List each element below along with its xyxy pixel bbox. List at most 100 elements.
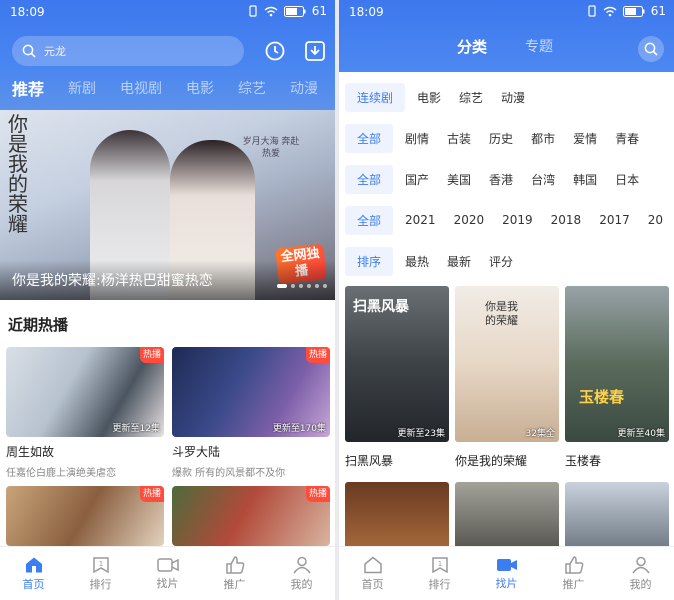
tab-variety[interactable]: 综艺 [238, 78, 266, 98]
filter-genre-row: 全部 剧情 古装 历史 都市 爱情 青春 [345, 123, 651, 153]
filter-option[interactable]: 最热 [405, 253, 429, 270]
nav-mine[interactable]: 我的 [268, 547, 335, 600]
banner-calligraphy: 你是我的荣耀 [8, 112, 28, 236]
nav-mine[interactable]: 我的 [607, 547, 674, 600]
history-button[interactable] [262, 38, 288, 64]
filter-selected[interactable]: 全部 [345, 164, 394, 194]
nav-label: 找片 [495, 576, 518, 590]
filter-option[interactable]: 台湾 [531, 171, 555, 188]
poster[interactable] [345, 482, 449, 552]
filter-option[interactable]: 国产 [405, 171, 429, 188]
poster-name: 玉楼春 [565, 454, 602, 468]
drama-card[interactable]: 热播 更新至12集 周生如故 任嘉伦白鹿上演绝美虐恋 [6, 347, 164, 479]
search-icon [644, 42, 658, 56]
episode-count: 32集全 [525, 429, 555, 439]
carousel-dot [315, 284, 319, 288]
poster[interactable]: 玉楼春 更新至40集 [565, 286, 669, 442]
episode-count: 更新至40集 [617, 429, 665, 439]
filter-type-row: 连续剧 电影 综艺 动漫 [345, 82, 537, 112]
filter-option[interactable]: 20 [648, 213, 663, 227]
tab-movie[interactable]: 电影 [186, 78, 214, 98]
nav-label: 推广 [562, 577, 585, 591]
filter-region-row: 全部 国产 美国 香港 台湾 韩国 日本 [345, 164, 651, 194]
nav-home[interactable]: 首页 [339, 547, 406, 600]
filter-option[interactable]: 剧情 [405, 130, 429, 147]
nav-label: 推广 [223, 577, 246, 591]
filter-selected[interactable]: 全部 [345, 123, 394, 153]
carousel-dots [277, 284, 327, 288]
filter-option[interactable]: 2017 [599, 213, 630, 227]
filter-year-row: 全部 2021 2020 2019 2018 2017 20 [345, 205, 674, 235]
filter-option[interactable]: 古装 [447, 130, 471, 147]
search-input[interactable] [44, 44, 224, 58]
filter-option[interactable]: 都市 [531, 130, 555, 147]
filter-option[interactable]: 爱情 [573, 130, 597, 147]
filter-option[interactable]: 评分 [489, 253, 513, 270]
filter-option[interactable]: 2019 [502, 213, 533, 227]
search-button[interactable] [638, 36, 664, 62]
poster[interactable]: 你是我的荣耀 32集全 [455, 286, 559, 442]
nav-find[interactable]: 找片 [134, 547, 201, 600]
nav-rank[interactable]: 1 排行 [406, 547, 473, 600]
tab-recommend[interactable]: 推荐 [12, 76, 44, 100]
drama-card[interactable]: 热播 更新至170集 斗罗大陆 爆款 所有的风景都不及你 [172, 347, 330, 479]
hot-badge: 热播 [140, 347, 164, 363]
svg-text:1: 1 [98, 560, 102, 568]
home-icon [25, 557, 42, 572]
nav-label: 排行 [428, 577, 451, 591]
drama-title: 周生如故 [6, 445, 55, 459]
filter-option[interactable]: 2021 [405, 213, 436, 227]
filter-option[interactable]: 动漫 [501, 89, 525, 106]
banner-slogan: 岁月大海 奔赴热爱 [242, 137, 300, 159]
poster-title-art: 玉楼春 [579, 388, 625, 406]
nav-home[interactable]: 首页 [0, 547, 67, 600]
hero-banner[interactable]: 你是我的荣耀 岁月大海 奔赴热爱 全网独播 你是我的荣耀:杨洋热巴甜蜜热恋 [0, 110, 335, 300]
drama-thumbnail: 热播 [6, 486, 164, 546]
filter-selected[interactable]: 全部 [345, 205, 394, 235]
tab-topic[interactable]: 专题 [525, 36, 553, 56]
user-icon [292, 556, 311, 573]
search-bar[interactable] [12, 36, 244, 66]
poster-name: 你是我的荣耀 [455, 454, 528, 468]
tab-tv[interactable]: 电视剧 [120, 78, 162, 98]
battery-level: 61 [650, 4, 666, 18]
bottom-nav: 首页 1 排行 找片 推广 我的 [339, 546, 674, 600]
poster[interactable] [455, 482, 559, 552]
filter-option[interactable]: 香港 [489, 171, 513, 188]
nav-rank[interactable]: 1 排行 [67, 547, 134, 600]
drama-card[interactable]: 热播 [6, 486, 164, 546]
poster[interactable] [565, 482, 669, 552]
filter-option[interactable]: 电影 [417, 89, 441, 106]
filter-option[interactable]: 综艺 [459, 89, 483, 106]
status-bar: 18:09 61 [339, 0, 674, 24]
carousel-dot [307, 284, 311, 288]
filter-option[interactable]: 美国 [447, 171, 471, 188]
poster[interactable]: 扫黑风暴 更新至23集 [345, 286, 449, 442]
drama-card[interactable]: 热播 [172, 486, 330, 546]
filter-option[interactable]: 最新 [447, 253, 471, 270]
nav-label: 排行 [89, 577, 112, 591]
svg-text:1: 1 [437, 560, 441, 568]
tab-new[interactable]: 新剧 [68, 78, 96, 98]
download-button[interactable] [302, 38, 328, 64]
filter-option[interactable]: 历史 [489, 130, 513, 147]
vibrate-icon [249, 5, 257, 17]
filter-selected[interactable]: 排序 [345, 246, 394, 276]
drama-desc: 爆款 所有的风景都不及你 [172, 468, 286, 479]
tab-anime[interactable]: 动漫 [290, 78, 318, 98]
poster-title-art: 扫黑风暴 [353, 299, 409, 315]
nav-promote[interactable]: 推广 [201, 547, 268, 600]
nav-find[interactable]: 找片 [473, 547, 540, 600]
status-time: 18:09 [349, 5, 384, 19]
hot-badge: 热播 [306, 347, 330, 363]
filter-option[interactable]: 青春 [615, 130, 639, 147]
filter-selected[interactable]: 连续剧 [345, 82, 406, 112]
filter-option[interactable]: 2018 [551, 213, 582, 227]
hot-badge: 热播 [140, 486, 164, 502]
filter-option[interactable]: 日本 [615, 171, 639, 188]
tab-category[interactable]: 分类 [457, 36, 487, 57]
nav-promote[interactable]: 推广 [540, 547, 607, 600]
filter-option[interactable]: 韩国 [573, 171, 597, 188]
filter-option[interactable]: 2020 [454, 213, 485, 227]
thumb-icon [564, 555, 583, 574]
